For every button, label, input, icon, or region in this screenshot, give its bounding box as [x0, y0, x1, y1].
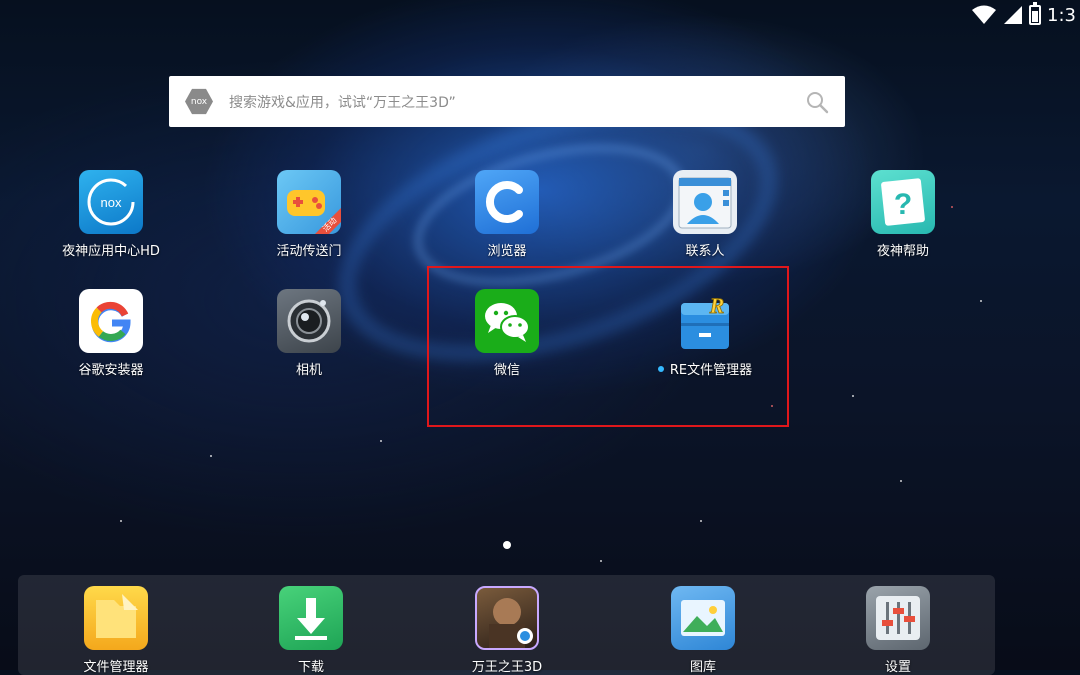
dock-file-manager[interactable]: 文件管理器: [36, 586, 196, 675]
app-label: 万王之王3D: [471, 660, 543, 675]
gallery-icon: [671, 586, 735, 650]
app-label: 活动传送门: [276, 244, 342, 259]
page-indicator-dot[interactable]: [503, 541, 511, 549]
app-label: 谷歌安装器: [78, 363, 144, 378]
star: [900, 480, 902, 482]
battery-icon: [1029, 2, 1042, 25]
app-label: 夜神应用中心HD: [62, 244, 160, 259]
google-installer-icon: [79, 289, 143, 353]
svg-text:nox: nox: [101, 195, 122, 210]
app-label: 浏览器: [487, 244, 527, 259]
app-browser[interactable]: 浏览器: [427, 170, 587, 259]
star: [852, 395, 854, 397]
app-camera[interactable]: 相机: [229, 289, 389, 378]
search-icon[interactable]: [805, 90, 829, 114]
app-nox-help[interactable]: ? 夜神帮助: [823, 170, 983, 259]
svg-text:?: ?: [894, 188, 912, 221]
star: [600, 560, 602, 562]
search-input[interactable]: 搜索游戏&应用，试试“万王之王3D”: [229, 92, 805, 112]
dock-gallery[interactable]: 图库: [623, 586, 783, 675]
highlight-box: [427, 266, 789, 427]
settings-icon: [866, 586, 930, 650]
game-icon: [475, 586, 539, 650]
app-nox-app-center[interactable]: nox 夜神应用中心HD: [31, 170, 191, 259]
search-bar[interactable]: nox 搜索游戏&应用，试试“万王之王3D”: [169, 76, 845, 127]
event-portal-icon: 活动: [277, 170, 341, 234]
signal-icon: [1004, 6, 1023, 24]
dock-game[interactable]: 万王之王3D: [427, 586, 587, 675]
camera-icon: [277, 289, 341, 353]
nox-help-icon: ?: [871, 170, 935, 234]
download-icon: [279, 586, 343, 650]
star: [380, 440, 382, 442]
dock-settings[interactable]: 设置: [818, 586, 978, 675]
browser-icon: [475, 170, 539, 234]
app-label: 相机: [295, 363, 322, 378]
app-label: 下载: [297, 660, 324, 675]
status-bar: 1:3: [971, 0, 1080, 30]
app-label: 联系人: [685, 244, 725, 259]
app-label: 夜神帮助: [876, 244, 929, 259]
file-manager-icon: [84, 586, 148, 650]
app-label: 文件管理器: [83, 660, 149, 675]
nox-app-center-icon: nox: [79, 170, 143, 234]
dock-download[interactable]: 下载: [231, 586, 391, 675]
contacts-icon: [673, 170, 737, 234]
star: [210, 455, 212, 457]
app-google-installer[interactable]: 谷歌安装器: [31, 289, 191, 378]
star: [700, 520, 702, 522]
app-event-portal[interactable]: 活动 活动传送门: [229, 170, 389, 259]
app-label: 图库: [689, 660, 716, 675]
star: [120, 520, 122, 522]
status-time: 1:3: [1047, 4, 1076, 26]
nox-logo-icon: nox: [185, 88, 213, 115]
star: [980, 300, 982, 302]
app-label: 设置: [884, 660, 911, 675]
app-contacts[interactable]: 联系人: [625, 170, 785, 259]
wifi-icon: [972, 5, 997, 24]
